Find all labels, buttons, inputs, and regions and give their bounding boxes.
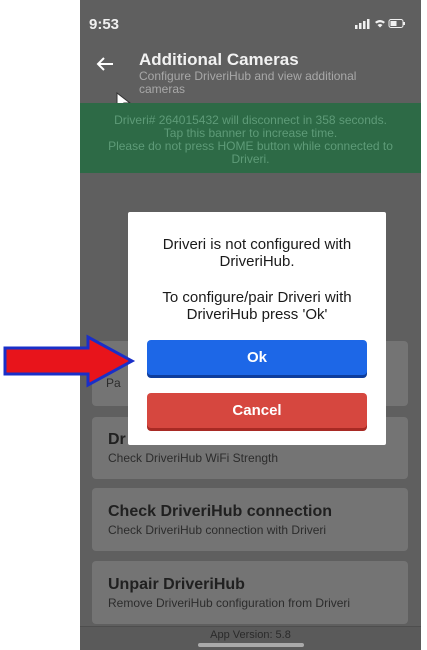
phone-screen: 9:53 Additional Cameras Configure Driver… <box>80 0 421 650</box>
card-title: Unpair DriveriHub <box>108 576 245 593</box>
cancel-button[interactable]: Cancel <box>147 393 367 428</box>
dialog-message: Driveri is not configured with DriveriHu… <box>162 236 352 270</box>
status-icons <box>355 18 407 32</box>
red-arrow-annotation <box>2 334 136 393</box>
card-subtitle: Remove DriveriHub configuration from Dri… <box>108 596 351 610</box>
unpair-card[interactable]: Unpair DriveriHub Remove DriveriHub conf… <box>92 561 408 624</box>
card-subtitle: Check DriveriHub connection with Driveri <box>108 523 327 537</box>
disconnect-banner[interactable]: Driveri# 264015432 will disconnect in 35… <box>80 103 421 173</box>
card-title: Check DriveriHub connection <box>108 503 333 520</box>
configure-dialog: Driveri is not configured with DriveriHu… <box>128 212 386 445</box>
home-indicator <box>198 643 304 647</box>
page-title: Additional Cameras <box>139 50 299 69</box>
check-connection-card[interactable]: Check DriveriHub connection Check Driver… <box>92 488 408 551</box>
app-version: App Version: 5.8 <box>210 629 291 641</box>
card-subtitle: Check DriveriHub WiFi Strength <box>108 451 279 465</box>
dialog-instruction: To configure/pair Driveri with DriveriHu… <box>162 289 352 323</box>
status-bar: 9:53 <box>80 0 421 46</box>
back-arrow-icon[interactable] <box>96 52 114 78</box>
status-time: 9:53 <box>89 16 120 33</box>
ok-button[interactable]: Ok <box>147 340 367 375</box>
page-subtitle: Configure DriveriHub and view additional… <box>139 69 357 96</box>
banner-line: Driveri. <box>231 152 270 166</box>
